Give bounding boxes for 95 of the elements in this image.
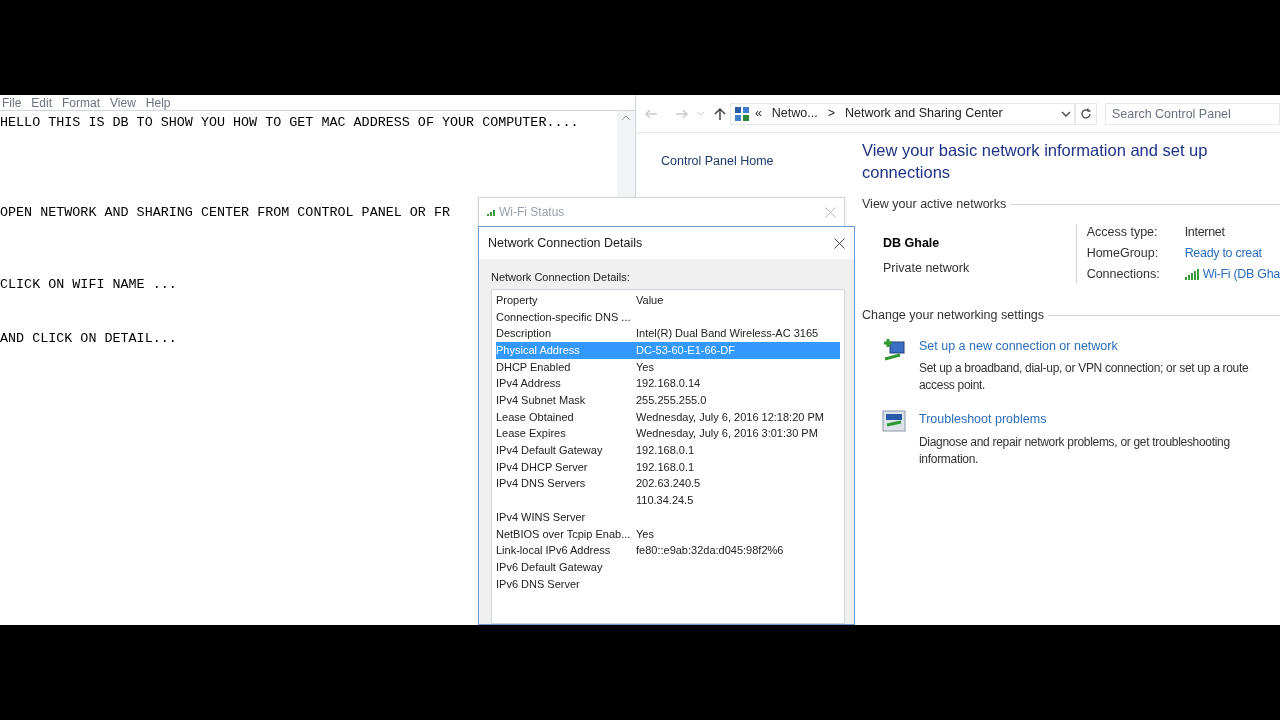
search-field[interactable]: Search Control Panel	[1105, 102, 1280, 125]
table-cell: 255.255.255.0	[636, 394, 707, 407]
table-cell: DC-53-60-E1-66-DF	[636, 343, 736, 356]
table-cell: Physical Address	[496, 343, 580, 356]
network-setup-icon	[882, 336, 908, 363]
table-cell: Wednesday, July 6, 2016 12:18:20 PM	[636, 410, 824, 423]
section-heading: View your active networks	[862, 196, 1008, 213]
table-cell: 192.168.0.14	[636, 377, 701, 390]
list-row[interactable]: IPv4 DNS Servers 202.63.240.5	[496, 475, 840, 493]
link[interactable]: Wi-Fi (DB Gha	[1202, 265, 1280, 283]
text-line: HELLO THIS IS DB TO SHOW YOU HOW TO GET MAC ADDRESS OF YOUR COMPUTER....	[0, 114, 579, 132]
list-row[interactable]: IPv4 Default Gateway 192.168.0.1	[496, 442, 840, 459]
menu-item[interactable]: Format	[62, 95, 101, 110]
table-cell: Wednesday, July 6, 2016 3:01:30 PM	[636, 427, 818, 440]
troubleshoot-icon	[882, 410, 906, 433]
property-label: Access type:	[1086, 223, 1159, 241]
table-cell: IPv4 Default Gateway	[496, 444, 603, 457]
list-row[interactable]: IPv6 DNS Server	[496, 575, 840, 593]
breadcrumb-item[interactable]: Network and Sharing Center	[845, 104, 1003, 123]
menu-item[interactable]: View	[110, 95, 136, 110]
text-line: AND CLICK ON DETAIL...	[0, 330, 177, 348]
chevron-down-icon[interactable]	[1061, 110, 1072, 117]
refresh-icon	[1080, 107, 1093, 120]
table-cell: Description	[496, 327, 552, 340]
list-row[interactable]: Lease Obtained Wednesday, July 6, 2016 12:18:20 PM	[496, 408, 840, 426]
menu-item[interactable]: Help	[145, 95, 171, 110]
table-cell: IPv4 WINS Server	[496, 510, 586, 523]
link[interactable]: Ready to creat	[1184, 244, 1262, 262]
table-cell: Yes	[636, 527, 654, 540]
table-cell: Lease Expires	[496, 427, 566, 440]
list-row[interactable]: Lease Expires Wednesday, July 6, 2016 3:01:30 PM	[496, 425, 840, 442]
list-row[interactable]: IPv6 Default Gateway	[496, 558, 840, 576]
refresh-button[interactable]	[1075, 102, 1097, 125]
table-cell: IPv4 DHCP Server	[496, 460, 588, 473]
table-cell: Intel(R) Dual Band Wireless-AC 3165	[636, 327, 819, 340]
table-cell: Yes	[636, 360, 654, 373]
breadcrumb-item[interactable]: Netwo...	[771, 104, 818, 123]
column-header[interactable]: Property	[496, 291, 636, 309]
details-list[interactable]	[491, 288, 845, 624]
property-value: Internet	[1184, 223, 1225, 241]
control-panel-icon	[733, 105, 750, 122]
network-name: DB Ghale	[883, 234, 941, 252]
property-label: HomeGroup:	[1086, 244, 1160, 262]
table-cell: IPv4 Address	[496, 377, 561, 390]
property-label: Connections:	[1086, 265, 1161, 283]
menu-item[interactable]: File	[2, 95, 22, 110]
section-heading: Change your networking settings	[862, 306, 1046, 324]
list-row[interactable]: Connection-specific DNS ...	[496, 308, 840, 326]
task-description: Diagnose and repair network problems, or get troubleshooting	[919, 434, 1230, 451]
signal-icon	[487, 208, 495, 216]
breadcrumb-separator: >	[827, 105, 835, 123]
text-line: CLICK ON WIFI NAME ...	[0, 276, 177, 294]
column-header[interactable]: Value	[636, 291, 776, 309]
menu-item[interactable]: Edit	[31, 95, 53, 110]
text-line: OPEN NETWORK AND SHARING CENTER FROM CONTROL PANEL OR FR	[0, 204, 450, 222]
close-icon[interactable]	[834, 237, 845, 249]
list-row[interactable]: IPv4 Address 192.168.0.14	[496, 375, 840, 392]
list-row[interactable]: NetBIOS over Tcpip Enab... Yes	[496, 525, 840, 543]
list-row[interactable]: 110.34.24.5	[496, 492, 840, 509]
task-description: information.	[919, 451, 980, 468]
table-cell: DHCP Enabled	[496, 360, 571, 373]
table-cell: NetBIOS over Tcpip Enab...	[496, 527, 631, 540]
table-cell: Lease Obtained	[496, 410, 574, 423]
breadcrumb-separator: «	[754, 105, 762, 123]
task-description: Set up a broadband, dial-up, or VPN connection; or set up a route	[919, 360, 1249, 378]
table-cell: Connection-specific DNS ...	[496, 310, 631, 323]
table-cell: IPv6 DNS Server	[496, 577, 580, 590]
table-cell: IPv6 Default Gateway	[496, 560, 603, 573]
list-row[interactable]: IPv4 DHCP Server 192.168.0.1	[496, 458, 840, 476]
list-caption: Network Connection Details:	[491, 270, 631, 285]
window-title: Wi-Fi Status	[499, 204, 566, 221]
table-cell: IPv4 Subnet Mask	[496, 394, 586, 407]
window-title: Network Connection Details	[488, 234, 644, 252]
task-description: access point.	[919, 377, 987, 395]
table-cell: 192.168.0.1	[636, 460, 695, 473]
list-row[interactable]: DHCP Enabled Yes	[496, 358, 840, 376]
nav-link[interactable]: Control Panel Home	[661, 152, 774, 171]
table-cell: Link-local IPv6 Address	[496, 544, 611, 557]
up-icon[interactable]	[713, 106, 726, 121]
table-cell: 110.34.24.5	[636, 494, 694, 507]
task-link[interactable]: Troubleshoot problems	[919, 410, 1047, 429]
list-row[interactable]: IPv4 Subnet Mask 255.255.255.0	[496, 391, 840, 409]
network-type: Private network	[883, 259, 971, 277]
table-cell: IPv4 DNS Servers	[496, 477, 586, 490]
address-bar[interactable]: « Netwo... > Network and Sharing Center	[729, 102, 1076, 125]
signal-bars-icon	[1184, 268, 1199, 280]
page-heading: View your basic network information and set up connections	[862, 140, 1209, 183]
task-link[interactable]: Set up a new connection or network	[919, 336, 1118, 356]
list-row[interactable]: IPv4 WINS Server	[496, 508, 840, 526]
list-row[interactable]: Description Intel(R) Dual Band Wireless-AC 3165	[496, 325, 840, 342]
scroll-up-icon[interactable]	[621, 115, 631, 121]
table-cell: fe80::e9ab:32da:d045:98f2%6	[636, 544, 784, 557]
list-row[interactable]: Link-local IPv6 Address fe80::e9ab:32da:d045:98f2%6	[496, 542, 840, 559]
table-cell: 202.63.240.5	[636, 477, 701, 490]
table-cell: 192.168.0.1	[636, 444, 695, 457]
